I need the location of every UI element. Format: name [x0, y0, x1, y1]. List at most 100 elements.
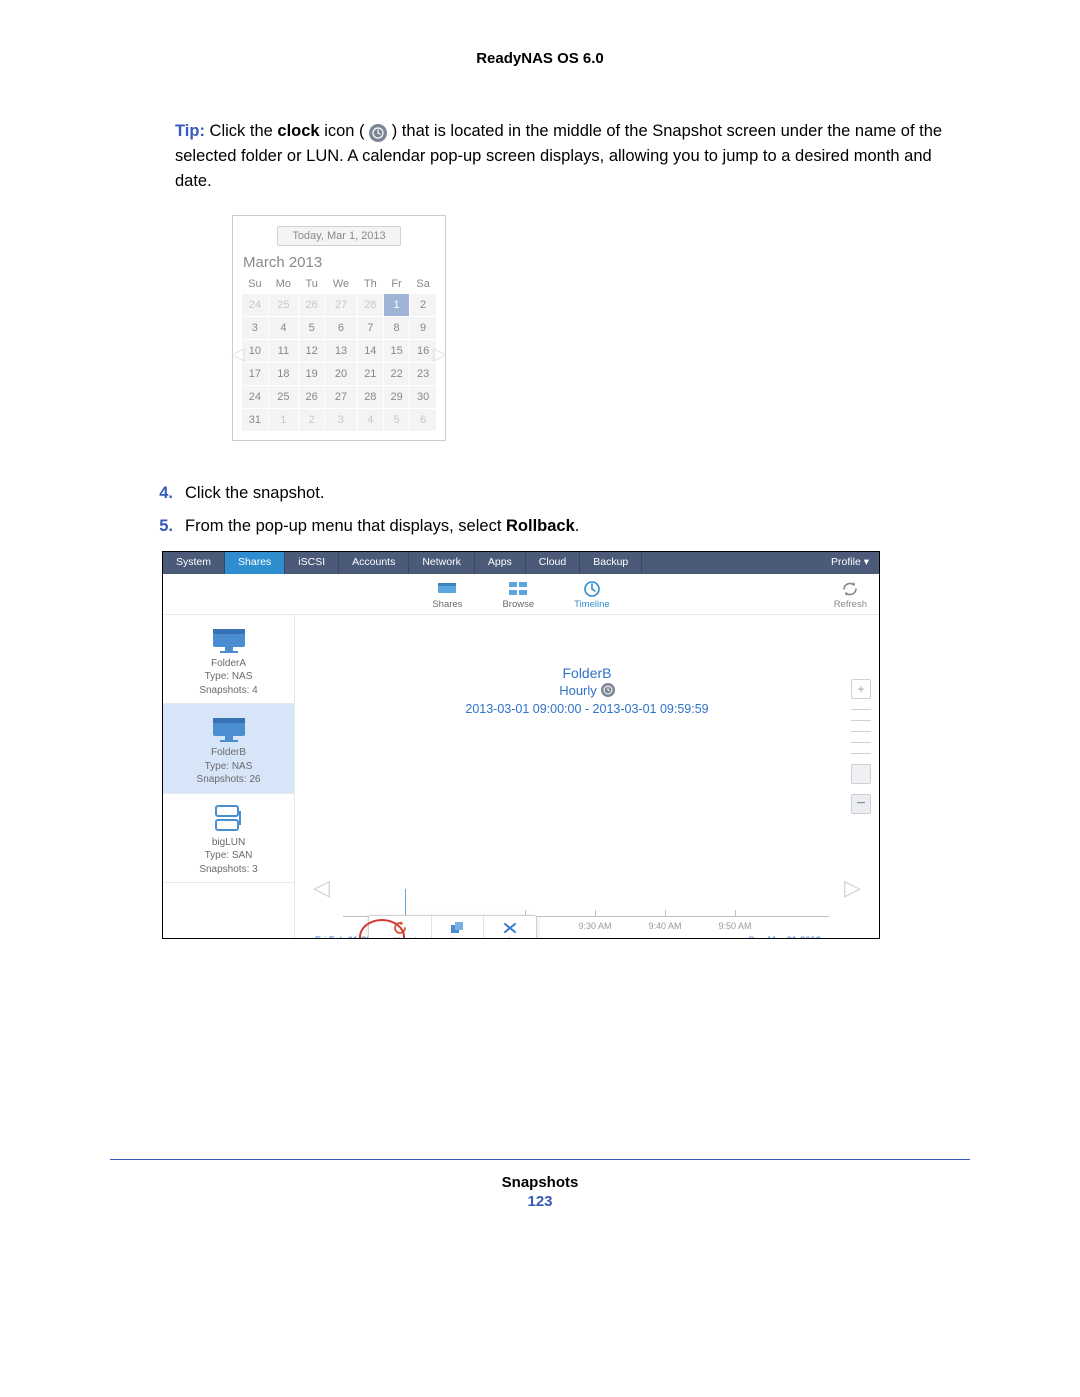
toolbar-browse-label: Browse — [502, 599, 534, 610]
calendar-day[interactable]: 24 — [242, 386, 269, 409]
sidebar-item-folderb[interactable]: FolderBType: NASSnapshots: 26 — [163, 704, 294, 794]
popup-delete[interactable]: Delete — [484, 916, 537, 939]
popup-rollback[interactable]: Rollback — [369, 916, 432, 939]
calendar-day[interactable]: 26 — [299, 294, 325, 317]
zoom-handle[interactable] — [851, 764, 871, 784]
calendar-day[interactable]: 9 — [410, 317, 437, 340]
tip-label: Tip: — [175, 122, 205, 140]
calendar-day[interactable]: 25 — [268, 294, 298, 317]
sidebar-item-biglun[interactable]: bigLUNType: SANSnapshots: 3 — [163, 794, 294, 884]
toolbar: Shares Browse Timeline Refresh — [163, 574, 879, 615]
calendar-day[interactable]: 27 — [325, 386, 357, 409]
nav-shares[interactable]: Shares — [225, 552, 285, 574]
calendar-day[interactable]: 5 — [383, 409, 409, 432]
calendar-day[interactable]: 21 — [357, 363, 383, 386]
toolbar-browse[interactable]: Browse — [502, 580, 534, 610]
toolbar-timeline[interactable]: Timeline — [574, 580, 610, 610]
sidebar-item-type: Type: NAS — [167, 670, 290, 684]
folder-icon — [210, 714, 248, 744]
calendar-day[interactable]: 26 — [299, 386, 325, 409]
calendar-day[interactable]: 6 — [410, 409, 437, 432]
calendar-grid[interactable]: SuMoTuWeThFrSa24252627281234567891011121… — [241, 275, 437, 432]
calendar-day[interactable]: 2 — [410, 294, 437, 317]
calendar-day[interactable]: 20 — [325, 363, 357, 386]
page-header-title: ReadyNAS OS 6.0 — [110, 50, 970, 67]
calendar-day[interactable]: 3 — [242, 317, 269, 340]
calendar-day[interactable]: 8 — [383, 317, 409, 340]
calendar-day[interactable]: 3 — [325, 409, 357, 432]
calendar-day[interactable]: 28 — [357, 386, 383, 409]
content-frequency: Hourly — [559, 683, 615, 698]
calendar-day[interactable]: 24 — [242, 294, 269, 317]
folder-icon — [210, 625, 248, 655]
timeline-label: 9:50 AM — [718, 921, 751, 931]
clock-icon[interactable] — [601, 683, 615, 697]
calendar-day[interactable]: 12 — [299, 340, 325, 363]
sidebar-item-name: FolderB — [167, 746, 290, 760]
calendar-day[interactable]: 31 — [242, 409, 269, 432]
tip-paragraph: Tip: Click the clock icon ( ) that is lo… — [175, 119, 970, 193]
zoom-out-button[interactable]: − — [851, 794, 871, 814]
nav-network[interactable]: Network — [409, 552, 475, 574]
nav-profile[interactable]: Profile ▾ — [821, 552, 879, 574]
calendar-day[interactable]: 27 — [325, 294, 357, 317]
calendar-day[interactable]: 13 — [325, 340, 357, 363]
footer-page-number: 123 — [110, 1193, 970, 1210]
toolbar-refresh[interactable]: Refresh — [834, 580, 867, 610]
calendar-day[interactable]: 23 — [410, 363, 437, 386]
lun-icon — [210, 804, 248, 834]
calendar-day[interactable]: 5 — [299, 317, 325, 340]
nav-accounts[interactable]: Accounts — [339, 552, 409, 574]
toolbar-shares-label: Shares — [432, 599, 462, 610]
snapshot-marker[interactable] — [405, 889, 406, 917]
calendar-day[interactable]: 7 — [357, 317, 383, 340]
calendar-day[interactable]: 4 — [268, 317, 298, 340]
calendar-day[interactable]: 18 — [268, 363, 298, 386]
timeline[interactable]: ◁ ▷ 9:30 AM 9:40 AM 9:50 AM — [315, 871, 829, 917]
sidebar-item-foldera[interactable]: FolderAType: NASSnapshots: 4 — [163, 615, 294, 705]
popup-clone[interactable]: Clone — [432, 916, 483, 939]
calendar-month-label: March 2013 — [243, 254, 437, 271]
calendar-day[interactable]: 30 — [410, 386, 437, 409]
footer-section: Snapshots — [110, 1174, 970, 1191]
app-screenshot: SystemSharesiSCSIAccountsNetworkAppsClou… — [162, 551, 880, 939]
calendar-day[interactable]: 14 — [357, 340, 383, 363]
nav-system[interactable]: System — [163, 552, 225, 574]
nav-apps[interactable]: Apps — [475, 552, 526, 574]
calendar-day[interactable]: 29 — [383, 386, 409, 409]
popup-clone-label: Clone — [444, 937, 470, 939]
calendar-day[interactable]: 28 — [357, 294, 383, 317]
rail-divider — [851, 742, 871, 743]
content-date-range: 2013-03-01 09:00:00 - 2013-03-01 09:59:5… — [303, 702, 871, 716]
timeline-label: 9:30 AM — [578, 921, 611, 931]
calendar-day[interactable]: 1 — [268, 409, 298, 432]
nav-backup[interactable]: Backup — [580, 552, 642, 574]
calendar-day[interactable]: 10 — [242, 340, 269, 363]
calendar-day[interactable]: 25 — [268, 386, 298, 409]
tip-bold-clock: clock — [277, 122, 319, 140]
toolbar-timeline-label: Timeline — [574, 599, 610, 610]
calendar-today-button[interactable]: Today, Mar 1, 2013 — [277, 226, 400, 246]
step-4: 4. Click the snapshot. — [155, 481, 970, 506]
step-5-number: 5. — [155, 514, 173, 539]
zoom-in-button[interactable]: + — [851, 679, 871, 699]
calendar-day[interactable]: 6 — [325, 317, 357, 340]
calendar-day[interactable]: 11 — [268, 340, 298, 363]
timeline-prev-icon[interactable]: ◁ — [313, 875, 330, 901]
zoom-rail: + − — [851, 679, 871, 814]
calendar-day[interactable]: 19 — [299, 363, 325, 386]
calendar-day[interactable]: 1 — [383, 294, 409, 317]
content-area: FolderB Hourly 2013-03-01 09:00:00 - 201… — [295, 615, 879, 939]
calendar-day[interactable]: 17 — [242, 363, 269, 386]
calendar-day[interactable]: 2 — [299, 409, 325, 432]
calendar-prev-icon[interactable]: ◁ — [231, 343, 245, 364]
timeline-label: 9:40 AM — [648, 921, 681, 931]
calendar-day[interactable]: 4 — [357, 409, 383, 432]
calendar-day[interactable]: 15 — [383, 340, 409, 363]
timeline-next-icon[interactable]: ▷ — [844, 875, 861, 901]
nav-cloud[interactable]: Cloud — [526, 552, 580, 574]
calendar-next-icon[interactable]: ▷ — [433, 343, 447, 364]
calendar-day[interactable]: 22 — [383, 363, 409, 386]
toolbar-shares[interactable]: Shares — [432, 580, 462, 610]
nav-iscsi[interactable]: iSCSI — [285, 552, 339, 574]
